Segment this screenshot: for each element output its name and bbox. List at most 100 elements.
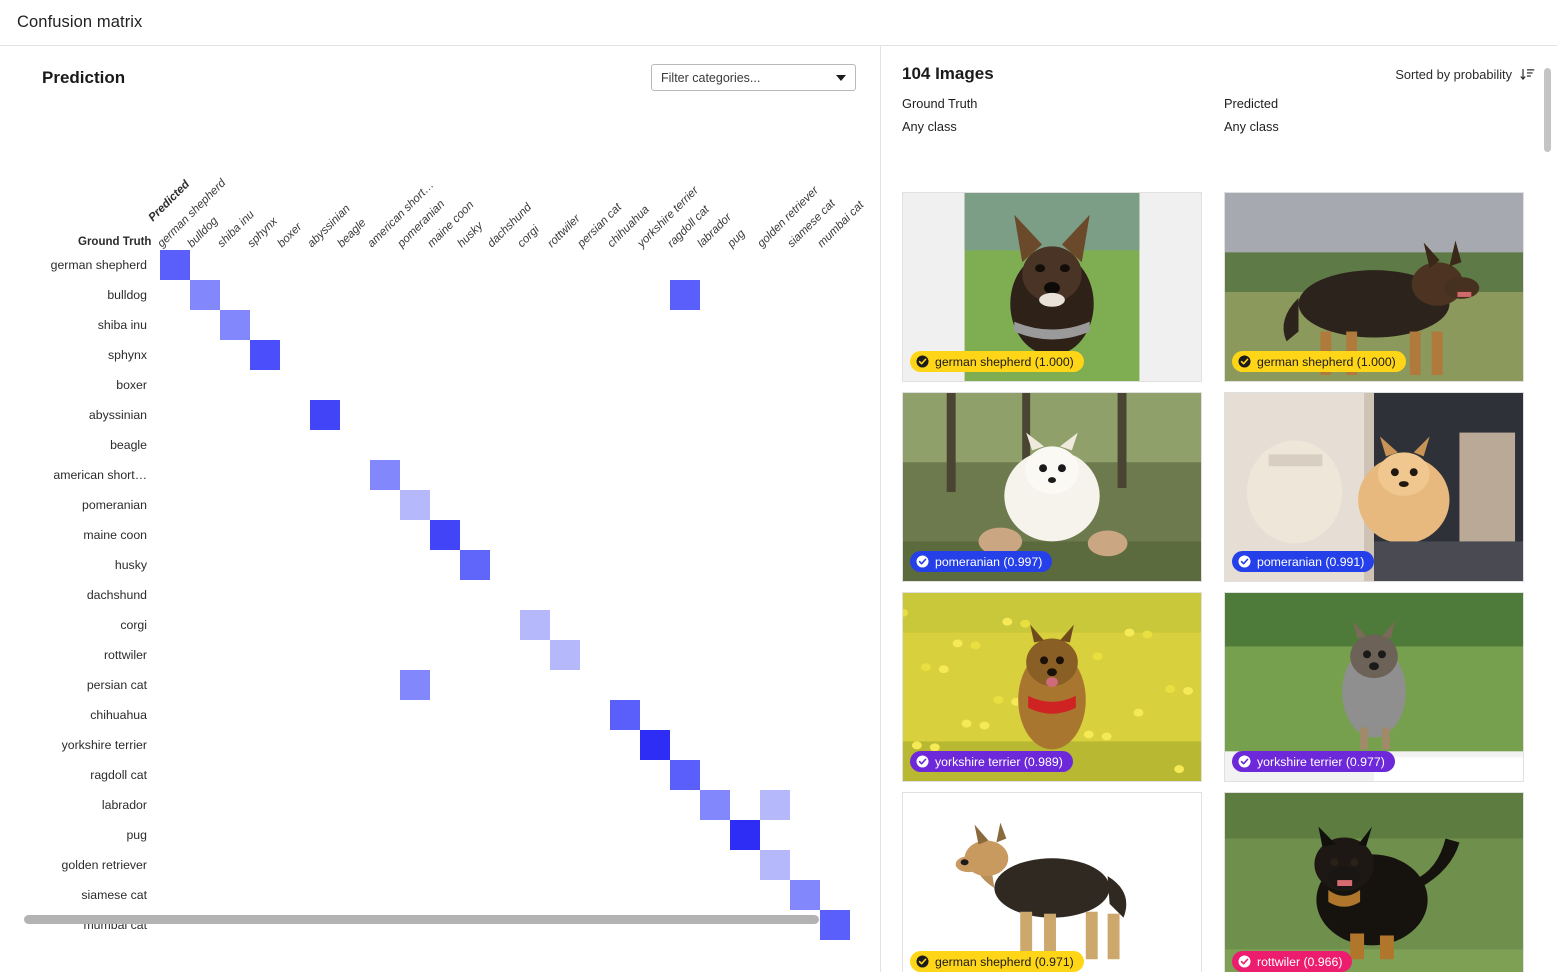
prediction-badge[interactable]: german shepherd (0.971) [910, 951, 1084, 972]
matrix-cell[interactable] [610, 700, 640, 730]
check-circle-icon [916, 355, 929, 368]
matrix-row-label: rottwiler [103, 648, 147, 662]
prediction-badge[interactable]: pomeranian (0.997) [910, 551, 1053, 572]
check-circle-icon [1238, 955, 1251, 968]
matrix-cell[interactable] [190, 280, 220, 310]
sort-control[interactable]: Sorted by probability [1395, 67, 1535, 82]
matrix-column-label: rottwiler [544, 212, 583, 250]
matrix-row-label: yorkshire terrier [61, 738, 147, 752]
image-card[interactable]: pomeranian (0.991) [1224, 392, 1524, 582]
matrix-row-label: shiba inu [97, 318, 147, 332]
matrix-cell[interactable] [220, 310, 250, 340]
prediction-heading: Prediction [42, 67, 126, 87]
matrix-row-label: labrador [101, 798, 147, 812]
image-column-class-filter[interactable]: Any class [902, 119, 1202, 134]
matrix-column-label: corgi [514, 223, 542, 250]
matrix-column-label: pug [724, 227, 748, 250]
matrix-row-label: american short… [53, 468, 147, 482]
matrix-cell[interactable] [670, 280, 700, 310]
matrix-cell[interactable] [250, 340, 280, 370]
prediction-badge[interactable]: german shepherd (1.000) [910, 351, 1084, 372]
matrix-row-label: persian cat [86, 678, 147, 692]
matrix-header: Prediction Filter categories... [0, 46, 880, 91]
prediction-badge-label: german shepherd (0.971) [935, 954, 1074, 969]
check-circle-icon [916, 955, 929, 968]
matrix-cell[interactable] [520, 610, 550, 640]
matrix-row-label: pug [126, 828, 147, 842]
check-circle-icon [1238, 355, 1251, 368]
matrix-row-label: boxer [116, 378, 147, 392]
image-card[interactable]: pomeranian (0.997) [902, 392, 1202, 582]
image-cards-scroll-region[interactable]: german shepherd (1.000) german shepherd (… [881, 192, 1557, 972]
matrix-row-label: chihuahua [90, 708, 147, 722]
image-card[interactable]: german shepherd (1.000) [1224, 192, 1524, 382]
matrix-cell[interactable] [760, 790, 790, 820]
filter-categories-select[interactable]: Filter categories... [651, 64, 856, 91]
matrix-cell[interactable] [400, 490, 430, 520]
prediction-badge[interactable]: german shepherd (1.000) [1232, 351, 1406, 372]
image-card[interactable]: german shepherd (1.000) [902, 192, 1202, 382]
matrix-horizontal-scrollbar[interactable] [24, 915, 819, 924]
image-column-title: Ground Truth [902, 96, 978, 111]
image-column-title: Predicted [1224, 96, 1279, 111]
check-circle-icon [1238, 555, 1251, 568]
matrix-cell[interactable] [640, 730, 670, 760]
prediction-badge-label: german shepherd (1.000) [1257, 354, 1396, 369]
image-card[interactable]: yorkshire terrier (0.977) [1224, 592, 1524, 782]
prediction-badge[interactable]: yorkshire terrier (0.977) [1232, 751, 1395, 772]
matrix-cell[interactable] [430, 520, 460, 550]
matrix-cell[interactable] [760, 850, 790, 880]
matrix-cell[interactable] [400, 670, 430, 700]
filter-categories-value: Filter categories... [661, 70, 761, 85]
image-column-class-filter[interactable]: Any class [1224, 119, 1524, 134]
matrix-grid[interactable] [160, 250, 850, 940]
image-column-headers: Ground Truth Any class Predicted Any class [881, 84, 1557, 134]
image-card[interactable]: rottwiler (0.966) [1224, 792, 1524, 972]
prediction-badge-label: rottwiler (0.966) [1257, 954, 1343, 969]
card-photo [903, 793, 1201, 972]
image-count-label: 104 Images [902, 64, 994, 83]
matrix-cell[interactable] [550, 640, 580, 670]
prediction-badge[interactable]: pomeranian (0.991) [1232, 551, 1375, 572]
matrix-row-label: dachshund [86, 588, 147, 602]
matrix-cell[interactable] [310, 400, 340, 430]
check-circle-icon [916, 555, 929, 568]
card-photo [1225, 793, 1523, 972]
sort-descending-icon [1520, 68, 1535, 80]
images-panel: 104 Images Sorted by probability Ground … [881, 46, 1557, 972]
matrix-row-label: siamese cat [81, 888, 147, 902]
prediction-badge[interactable]: rottwiler (0.966) [1232, 951, 1353, 972]
prediction-badge-label: yorkshire terrier (0.977) [1257, 754, 1385, 769]
matrix-row-label: sphynx [108, 348, 147, 362]
matrix-cell[interactable] [670, 760, 700, 790]
images-vertical-scrollbar[interactable] [1544, 68, 1551, 152]
matrix-row-labels: german shepherd bulldog shiba inu sphynx box… [0, 250, 156, 940]
matrix-cell[interactable] [460, 550, 490, 580]
image-card[interactable]: yorkshire terrier (0.989) [902, 592, 1202, 782]
matrix-cell[interactable] [160, 250, 190, 280]
prediction-badge[interactable]: yorkshire terrier (0.989) [910, 751, 1073, 772]
sort-label: Sorted by probability [1395, 66, 1512, 82]
check-circle-icon [1238, 755, 1251, 768]
matrix-row-label: ragdoll cat [90, 768, 147, 782]
images-header: 104 Images Sorted by probability [881, 46, 1557, 84]
body-split: Prediction Filter categories... Ground T… [0, 46, 1557, 972]
image-column-header: Predicted Any class [1224, 96, 1524, 134]
confusion-matrix-app: Confusion matrix Prediction Filter categ… [0, 0, 1557, 972]
matrix-area: Ground Truth Predicted german shepherd bu… [0, 154, 880, 972]
prediction-badge-label: pomeranian (0.997) [935, 554, 1043, 569]
image-card[interactable]: german shepherd (0.971) [902, 792, 1202, 972]
matrix-cell[interactable] [790, 880, 820, 910]
window-titlebar: Confusion matrix [0, 0, 1557, 46]
ground-truth-axis-label: Ground Truth [78, 236, 152, 248]
matrix-cell[interactable] [700, 790, 730, 820]
matrix-row-label: pomeranian [82, 498, 147, 512]
matrix-panel: Prediction Filter categories... Ground T… [0, 46, 881, 972]
matrix-row-label: bulldog [107, 288, 147, 302]
matrix-cell[interactable] [730, 820, 760, 850]
prediction-badge-label: yorkshire terrier (0.989) [935, 754, 1063, 769]
matrix-row-label: golden retriever [61, 858, 147, 872]
matrix-cell[interactable] [370, 460, 400, 490]
check-circle-icon [916, 755, 929, 768]
matrix-cell[interactable] [820, 910, 850, 940]
